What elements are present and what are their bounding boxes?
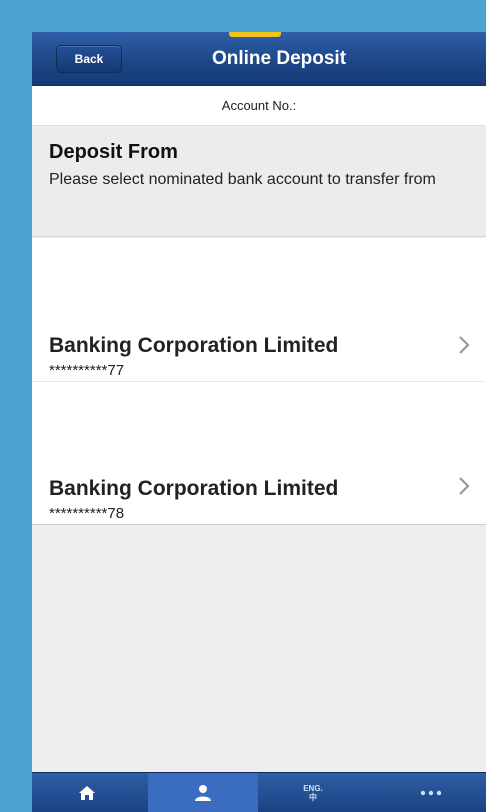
tab-bar: ENG. 中 [32, 772, 486, 812]
page-title: Online Deposit [211, 48, 347, 69]
account-row-2[interactable]: Banking Corporation Limited **********78 [32, 381, 486, 524]
deposit-from-section: Deposit From Please select nominated ban… [32, 127, 486, 237]
account-list: Banking Corporation Limited **********77… [32, 238, 486, 525]
section-description: Please select nominated bank account to … [49, 171, 436, 188]
tab-more[interactable] [376, 773, 486, 812]
language-label-english: ENG. [303, 784, 323, 793]
account-name: Banking Corporation Limited [49, 334, 339, 357]
section-title: Deposit From [49, 141, 178, 163]
home-icon [79, 786, 95, 800]
back-button[interactable]: Back [56, 45, 122, 73]
account-number-label: Account No.: [32, 86, 486, 126]
app-screen: Back Online Deposit Account No.: Deposit… [32, 32, 486, 812]
account-row-1[interactable]: Banking Corporation Limited **********77 [32, 238, 486, 381]
person-icon [195, 785, 211, 801]
chevron-right-icon [458, 476, 470, 496]
account-number: **********77 [49, 362, 125, 379]
tab-profile[interactable] [148, 773, 258, 812]
account-number: **********78 [49, 505, 125, 522]
account-name: Banking Corporation Limited [49, 477, 339, 500]
language-toggle: ENG. 中 [303, 784, 323, 802]
language-label-chinese: 中 [309, 793, 317, 802]
chevron-right-icon [458, 335, 470, 355]
tab-language[interactable]: ENG. 中 [258, 773, 368, 812]
tab-home[interactable] [32, 773, 142, 812]
more-icon [420, 790, 442, 796]
nav-bar: Back Online Deposit [32, 32, 486, 86]
